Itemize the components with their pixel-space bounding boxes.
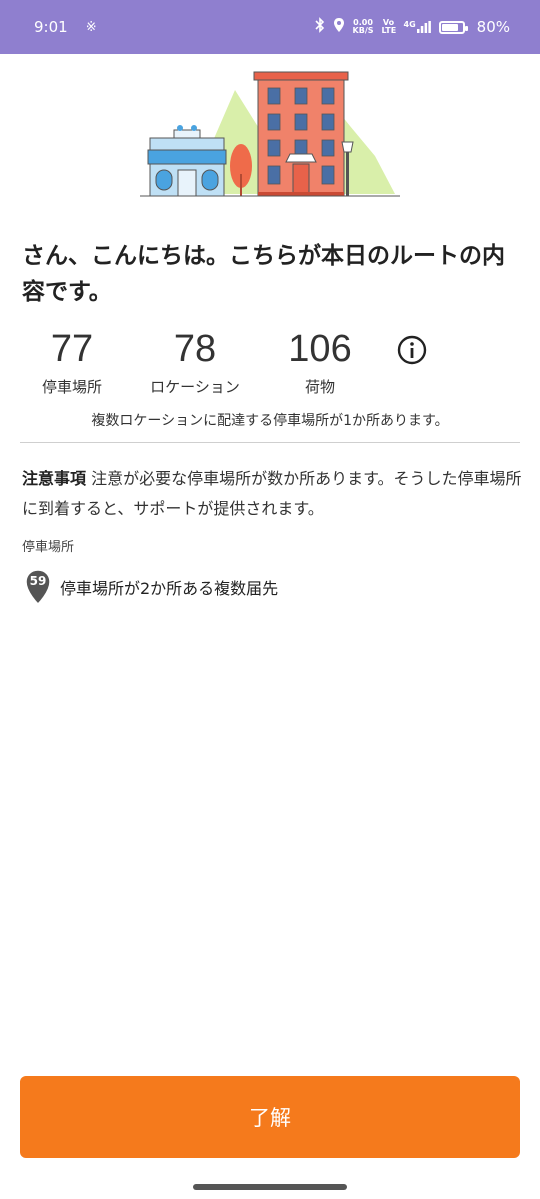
notice-section: 注意事項 注意が必要な停車場所が数か所あります。そうした停車場所に到着すると、サ… bbox=[22, 464, 522, 524]
acknowledge-button[interactable]: 了解 bbox=[20, 1076, 520, 1158]
route-stats: 77 停車場所 78 ロケーション 106 荷物 bbox=[22, 326, 522, 402]
info-icon[interactable] bbox=[396, 334, 428, 366]
battery-icon bbox=[438, 20, 468, 34]
network-speed: 0.00 KB/S bbox=[352, 18, 374, 35]
notice-body: 注意が必要な停車場所が数か所あります。そうした停車場所に到着すると、サポートが提… bbox=[22, 469, 522, 518]
bluetooth-icon bbox=[314, 17, 325, 37]
status-bar: 9:01 ※ 0.00 KB/S Vo LTE 4G 80% bbox=[0, 0, 540, 54]
battery-percent: 80% bbox=[476, 18, 510, 36]
multi-location-note: 複数ロケーションに配達する停車場所が1か所あります。 bbox=[91, 413, 449, 429]
stop-item-label: 停車場所が2か所ある複数届先 bbox=[60, 579, 279, 598]
stat-locations: 78 ロケーション bbox=[140, 326, 250, 398]
stat-locations-label: ロケーション bbox=[150, 378, 240, 396]
home-indicator[interactable] bbox=[193, 1184, 347, 1190]
stat-packages: 106 荷物 bbox=[276, 326, 364, 398]
signal-icon: 4G bbox=[404, 21, 431, 33]
location-icon bbox=[333, 17, 345, 37]
route-illustration bbox=[140, 71, 400, 197]
stat-stops-value: 77 bbox=[50, 328, 94, 370]
list-item[interactable]: 59 停車場所が2か所ある複数届先 bbox=[24, 568, 278, 606]
divider bbox=[20, 442, 520, 443]
battery-fill bbox=[441, 23, 458, 31]
greeting-heading: さん、こんにちは。こちらが本日のルートの内容です。 bbox=[22, 243, 505, 305]
stop-number: 59 bbox=[29, 574, 47, 588]
volte-indicator: Vo LTE bbox=[381, 18, 397, 35]
stat-packages-value: 106 bbox=[288, 328, 352, 370]
notification-icon: ※ bbox=[85, 19, 97, 35]
stat-locations-value: 78 bbox=[173, 328, 217, 370]
stops-section-label: 停車場所 bbox=[22, 540, 75, 555]
status-time: 9:01 bbox=[34, 18, 68, 36]
notice-title: 注意事項 bbox=[22, 469, 87, 488]
stop-marker-icon: 59 bbox=[24, 568, 52, 606]
stat-stops: 77 停車場所 bbox=[32, 326, 112, 398]
stat-packages-label: 荷物 bbox=[304, 378, 335, 396]
stat-stops-label: 停車場所 bbox=[41, 378, 102, 396]
